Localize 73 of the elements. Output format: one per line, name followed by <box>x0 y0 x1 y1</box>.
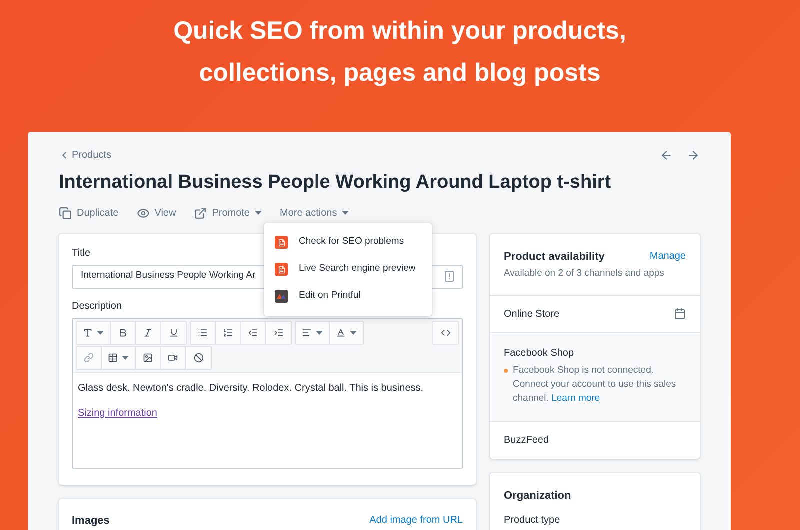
headline: collections, pages and blog posts <box>199 58 601 89</box>
caret-icon <box>97 330 104 334</box>
headline: Quick SEO from within your products, <box>174 16 626 47</box>
channel-name: BuzzFeed <box>504 434 550 448</box>
caret-icon <box>316 330 323 334</box>
toolbar-icon <box>440 328 450 338</box>
app-logo-icon <box>275 263 288 276</box>
card-title: Images <box>72 514 110 528</box>
field-label: Product type <box>504 514 562 527</box>
card-subtitle: Available on 2 of 3 channels and apps <box>504 267 666 281</box>
sizing-link[interactable]: Sizing information <box>78 406 158 420</box>
font-button[interactable] <box>77 322 111 344</box>
toolbar-icon <box>118 328 128 338</box>
card-title: Organization <box>504 489 572 504</box>
outdent-button[interactable] <box>241 322 266 344</box>
manage-link[interactable]: Manage <box>650 249 686 264</box>
learn-more-link[interactable]: Learn more <box>552 393 600 404</box>
toolbar-icon <box>274 328 284 338</box>
description-text: Glass desk. Newton's cradle. Diversity. Rolodex. Crystal ball. This is business. <box>78 382 425 396</box>
image-button[interactable] <box>136 346 161 368</box>
toolbar-icon <box>194 352 204 362</box>
numbered-list-button[interactable] <box>216 322 241 344</box>
rich-text-editor[interactable]: Glass desk. Newton's cradle. Diversity. Rolodex. Crystal ball. This is business. Sizing information <box>72 318 463 468</box>
caret-icon <box>342 211 350 215</box>
toolbar-icon <box>223 328 233 338</box>
field-label: Title <box>72 246 92 260</box>
menu-item[interactable]: Edit on Printful <box>264 283 432 310</box>
eye-icon <box>136 206 150 220</box>
channel-notice: Facebook Shop is not connected. Connect your account to use this sales channel. Learn more <box>513 364 678 406</box>
caret-icon <box>255 211 262 215</box>
calendar-icon[interactable] <box>674 308 686 320</box>
duplicate-icon <box>59 206 72 220</box>
external-link-icon <box>194 206 208 220</box>
underline-button[interactable] <box>161 322 186 344</box>
channel-name: Facebook Shop <box>504 347 576 362</box>
toolbar-icon <box>198 328 208 338</box>
bullet-list-button[interactable] <box>191 322 216 344</box>
toolbar-icon <box>336 328 346 338</box>
channel-name: Online Store <box>504 308 560 322</box>
breadcrumb-link[interactable]: Products <box>59 148 112 163</box>
menu-item[interactable]: Check for SEO problems <box>264 229 432 256</box>
field-label: Description <box>72 300 124 314</box>
video-button[interactable] <box>161 346 186 368</box>
bold-button[interactable] <box>111 322 136 344</box>
clear-format-button[interactable] <box>186 346 211 368</box>
toolbar-icon <box>143 328 153 338</box>
toolbar-icon <box>108 352 118 362</box>
page-title: International Business People Working Around Laptop t-shirt <box>59 171 612 195</box>
app-logo-icon <box>275 290 288 303</box>
caret-icon <box>350 330 357 334</box>
arrow-right-icon[interactable] <box>687 149 700 162</box>
caret-icon <box>122 356 129 360</box>
info-icon[interactable] <box>445 271 454 282</box>
toolbar-icon <box>302 328 312 338</box>
link-icon <box>84 352 94 362</box>
app-logo-icon <box>275 236 288 249</box>
toolbar-icon <box>83 328 93 338</box>
indent-button[interactable] <box>266 322 291 344</box>
toolbar-icon <box>143 352 153 362</box>
action-button[interactable]: Promote <box>194 206 262 220</box>
arrow-left-icon[interactable] <box>660 149 673 162</box>
text-color-button[interactable] <box>330 322 363 344</box>
align-button[interactable] <box>296 322 330 344</box>
toolbar-icon <box>248 328 258 338</box>
action-button[interactable]: Duplicate <box>59 206 119 220</box>
toolbar-icon <box>168 328 178 338</box>
add-image-link[interactable]: Add image from URL <box>370 512 463 528</box>
card-title: Product availability <box>504 250 605 264</box>
menu-item[interactable]: Live Search engine preview <box>264 256 432 283</box>
table-button[interactable] <box>102 346 136 368</box>
action-button[interactable]: View <box>136 206 176 220</box>
action-button[interactable]: More actions <box>280 206 350 220</box>
toolbar-icon <box>168 352 178 362</box>
